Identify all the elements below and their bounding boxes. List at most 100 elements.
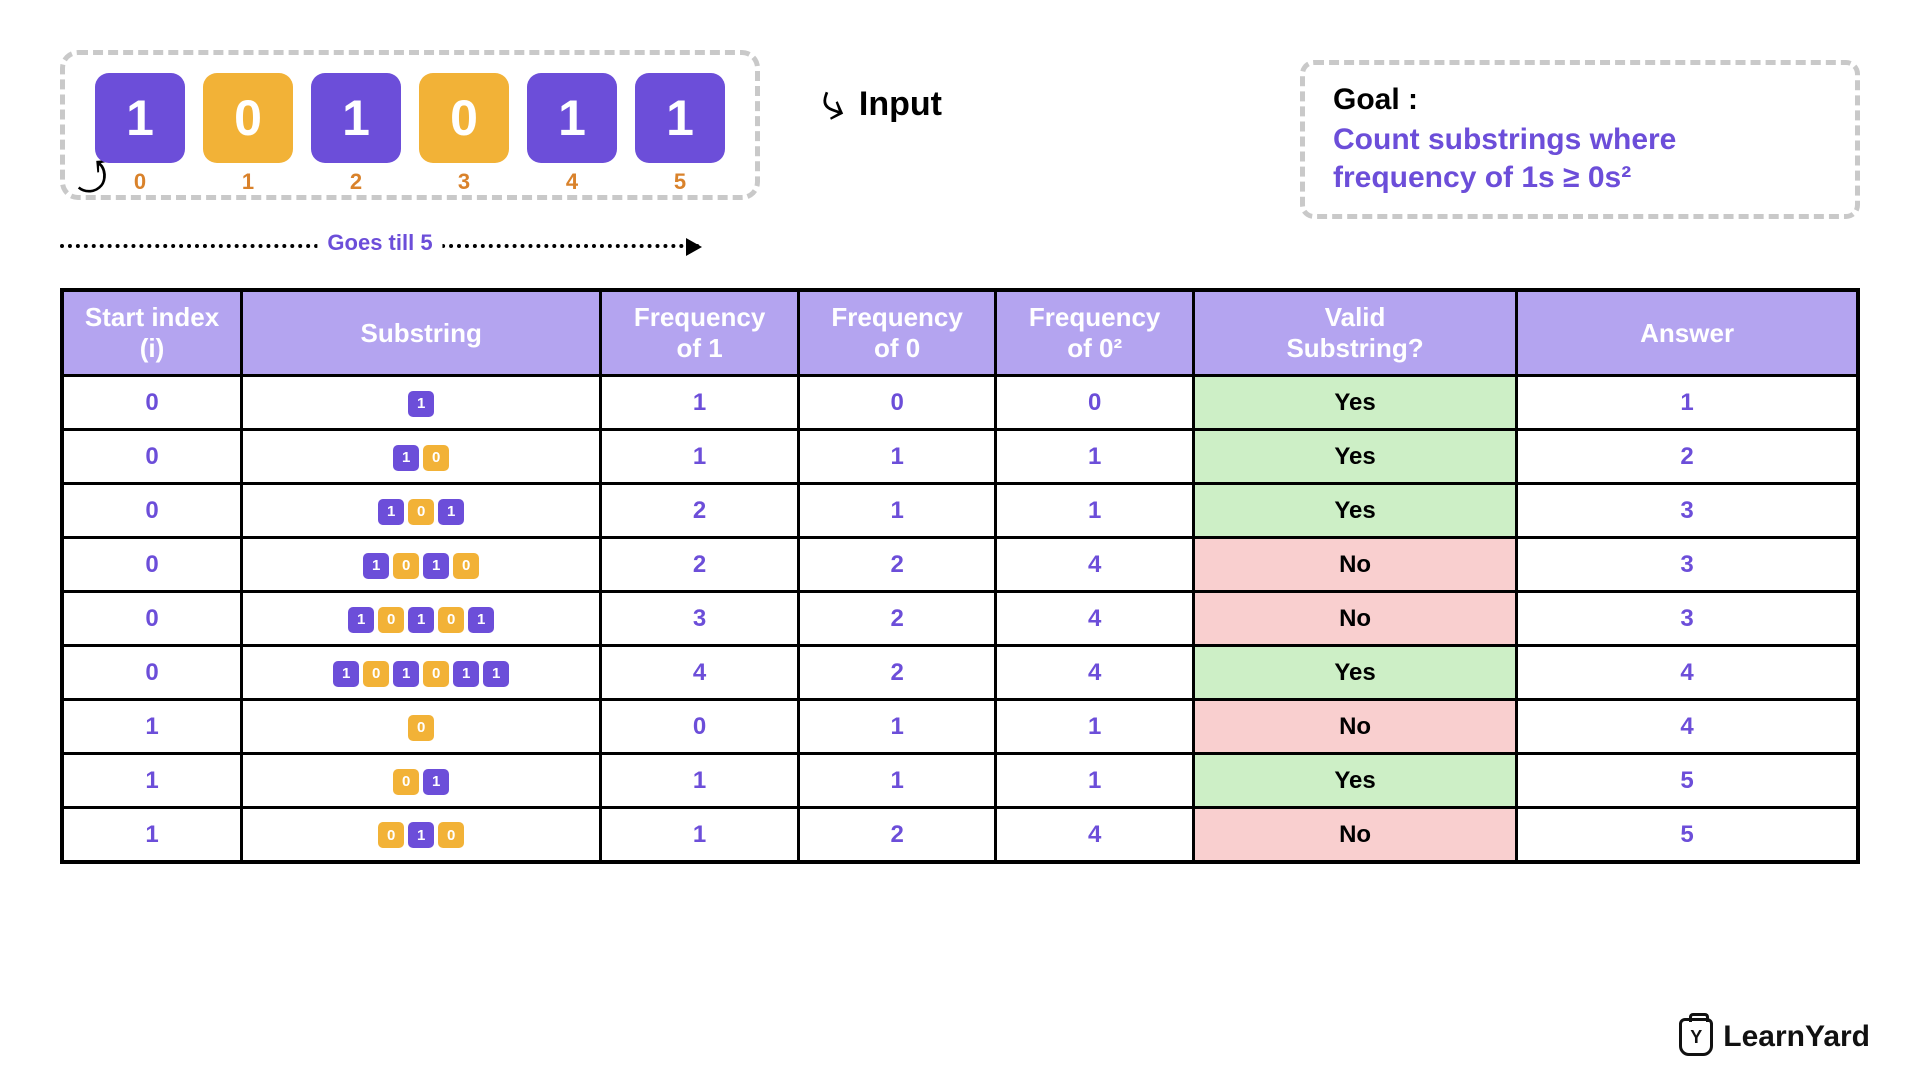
table-row: 010101324No3	[62, 592, 1858, 646]
table-header-row: Start index(i)SubstringFrequencyof 1Freq…	[62, 290, 1858, 376]
cell-freq-0: 1	[798, 430, 996, 484]
substring-bit: 1	[333, 661, 359, 687]
substring-bit: 1	[378, 499, 404, 525]
substring-bits: 1010	[363, 553, 479, 579]
table-row: 0101011424Yes4	[62, 646, 1858, 700]
cell-freq-1: 1	[601, 430, 799, 484]
cell-freq-1: 2	[601, 484, 799, 538]
cell-substring: 1010	[242, 538, 601, 592]
cell-freq-0-sq: 1	[996, 484, 1194, 538]
cell-start-index: 0	[62, 646, 242, 700]
cell-freq-0-sq: 4	[996, 538, 1194, 592]
substring-bit: 0	[378, 607, 404, 633]
cell-valid: No	[1193, 700, 1516, 754]
substring-bit: 1	[393, 661, 419, 687]
cell-freq-0: 2	[798, 646, 996, 700]
cell-valid: Yes	[1193, 646, 1516, 700]
substring-bit: 1	[423, 769, 449, 795]
cell-start-index: 0	[62, 592, 242, 646]
brand-logo-text: LearnYard	[1723, 1020, 1870, 1054]
table-header: ValidSubstring?	[1193, 290, 1516, 376]
substring-bits: 101011	[333, 661, 509, 687]
input-bit-index: 2	[350, 169, 362, 195]
input-bit: 14	[527, 73, 617, 163]
cell-valid: No	[1193, 538, 1516, 592]
cell-freq-1: 1	[601, 754, 799, 808]
substring-bit: 1	[348, 607, 374, 633]
table-row: 01010224No3	[62, 538, 1858, 592]
cell-substring: 10101	[242, 592, 601, 646]
cell-valid: Yes	[1193, 376, 1516, 430]
table-header: Substring	[242, 290, 601, 376]
cell-valid: No	[1193, 808, 1516, 862]
cell-freq-1: 1	[601, 808, 799, 862]
cell-answer: 2	[1517, 430, 1858, 484]
table-header: Frequencyof 1	[601, 290, 799, 376]
cell-freq-0-sq: 1	[996, 700, 1194, 754]
input-label: Input	[859, 85, 942, 124]
input-bits-row: 100112031415	[95, 73, 725, 163]
substring-bit: 1	[408, 822, 434, 848]
input-block: ⤹ 100112031415 Goes till 5	[60, 40, 760, 248]
cell-freq-0-sq: 4	[996, 646, 1194, 700]
cell-start-index: 0	[62, 538, 242, 592]
substring-bit: 0	[423, 661, 449, 687]
cell-start-index: 1	[62, 808, 242, 862]
input-bit-index: 3	[458, 169, 470, 195]
substring-bit: 1	[393, 445, 419, 471]
cell-freq-0: 2	[798, 808, 996, 862]
cell-answer: 1	[1517, 376, 1858, 430]
cell-valid: No	[1193, 592, 1516, 646]
cell-freq-0-sq: 1	[996, 754, 1194, 808]
goal-title: Goal :	[1333, 83, 1827, 117]
substring-bits: 010	[378, 822, 464, 848]
table-header: Frequencyof 0²	[996, 290, 1194, 376]
substring-bit: 0	[408, 715, 434, 741]
cell-answer: 5	[1517, 754, 1858, 808]
table-row: 0101211Yes3	[62, 484, 1858, 538]
cell-answer: 3	[1517, 538, 1858, 592]
substring-bit: 0	[438, 607, 464, 633]
cell-substring: 101011	[242, 646, 601, 700]
substring-bit: 0	[393, 769, 419, 795]
cell-substring: 101	[242, 484, 601, 538]
substring-bit: 0	[408, 499, 434, 525]
cell-answer: 5	[1517, 808, 1858, 862]
substring-bits: 0	[408, 715, 434, 741]
cell-freq-0: 1	[798, 484, 996, 538]
input-bit: 12	[311, 73, 401, 163]
cell-freq-0-sq: 1	[996, 430, 1194, 484]
substring-bit: 1	[483, 661, 509, 687]
cell-start-index: 0	[62, 376, 242, 430]
input-bit: 03	[419, 73, 509, 163]
substring-bit: 1	[468, 607, 494, 633]
input-bit: 10	[95, 73, 185, 163]
input-label-block: ⤶ Input	[820, 80, 942, 128]
table-header: Frequencyof 0	[798, 290, 996, 376]
table-row: 010111Yes2	[62, 430, 1858, 484]
input-bit-index: 5	[674, 169, 686, 195]
input-bit-index: 4	[566, 169, 578, 195]
table-body: 01100Yes1010111Yes20101211Yes301010224No…	[62, 376, 1858, 862]
cell-freq-1: 4	[601, 646, 799, 700]
substring-bit: 1	[453, 661, 479, 687]
top-area: ⤹ 100112031415 Goes till 5 ⤶ Input Goal …	[60, 40, 1860, 248]
cell-answer: 3	[1517, 484, 1858, 538]
brand-logo-icon: Y	[1679, 1018, 1713, 1056]
substring-bit: 0	[453, 553, 479, 579]
goes-till: Goes till 5	[60, 244, 700, 248]
substring-bit: 1	[363, 553, 389, 579]
table-row: 01100Yes1	[62, 376, 1858, 430]
substring-bit: 0	[438, 822, 464, 848]
substring-table: Start index(i)SubstringFrequencyof 1Freq…	[60, 288, 1860, 864]
input-dashed-box: 100112031415	[60, 50, 760, 200]
table-row: 101111Yes5	[62, 754, 1858, 808]
goal-text: Count substrings where frequency of 1s ≥…	[1333, 121, 1827, 196]
input-bit-index: 0	[134, 169, 146, 195]
cell-freq-0-sq: 4	[996, 808, 1194, 862]
goes-till-label: Goes till 5	[317, 230, 442, 256]
substring-bit: 0	[393, 553, 419, 579]
substring-bit: 0	[378, 822, 404, 848]
cell-freq-0: 2	[798, 592, 996, 646]
goal-box: Goal : Count substrings where frequency …	[1300, 60, 1860, 219]
